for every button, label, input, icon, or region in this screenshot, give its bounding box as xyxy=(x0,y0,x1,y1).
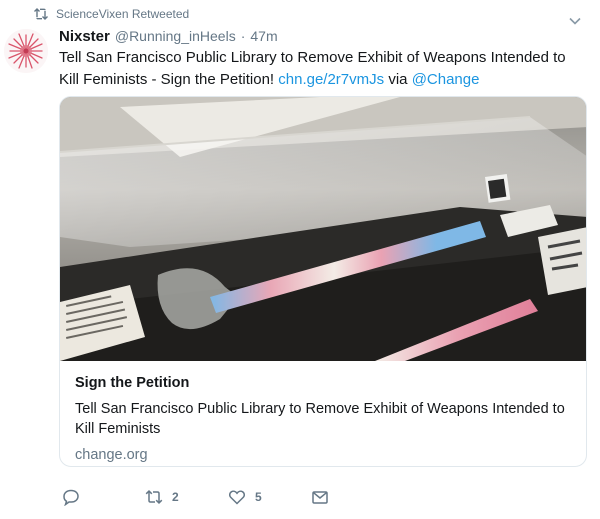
tweet-header: Nixster @Running_inHeels · 47m xyxy=(59,28,278,45)
retweet-icon xyxy=(34,8,48,20)
card-image[interactable] xyxy=(60,97,587,361)
card-description: Tell San Francisco Public Library to Rem… xyxy=(75,401,565,437)
card-title[interactable]: Sign the Petition xyxy=(75,373,575,393)
author-name[interactable]: Nixster xyxy=(59,28,110,45)
avatar[interactable] xyxy=(4,29,48,73)
tweet-text: Tell San Francisco Public Library to Rem… xyxy=(59,47,579,91)
card-domain: change.org xyxy=(75,447,148,463)
timestamp[interactable]: 47m xyxy=(250,28,277,44)
retweet-button[interactable]: 2 xyxy=(145,486,179,508)
author-handle[interactable]: @Running_inHeels xyxy=(115,28,236,44)
card-body: Sign the Petition Tell San Francisco Pub… xyxy=(75,373,575,465)
retweet-icon xyxy=(145,489,163,505)
tweet[interactable]: ScienceVixen Retweeted Nixster @Running_… xyxy=(0,0,600,519)
link-card[interactable]: Sign the Petition Tell San Francisco Pub… xyxy=(59,96,587,467)
reply-icon xyxy=(63,489,79,506)
retweet-context: ScienceVixen Retweeted xyxy=(34,6,189,22)
retweet-count: 2 xyxy=(172,490,179,504)
heart-icon xyxy=(229,490,245,505)
direct-message-button[interactable] xyxy=(311,486,329,508)
retweet-context-label[interactable]: ScienceVixen Retweeted xyxy=(56,7,189,21)
tweet-mention[interactable]: @Change xyxy=(412,71,480,88)
reply-button[interactable] xyxy=(62,486,80,508)
like-count: 5 xyxy=(255,490,262,504)
like-button[interactable]: 5 xyxy=(228,486,262,508)
tweet-via: via xyxy=(388,71,408,88)
tweet-link[interactable]: chn.ge/2r7vmJs xyxy=(278,71,384,88)
envelope-icon xyxy=(312,491,328,504)
separator: · xyxy=(240,28,246,44)
flower-avatar-image xyxy=(4,29,48,73)
chevron-down-icon[interactable] xyxy=(568,16,582,26)
